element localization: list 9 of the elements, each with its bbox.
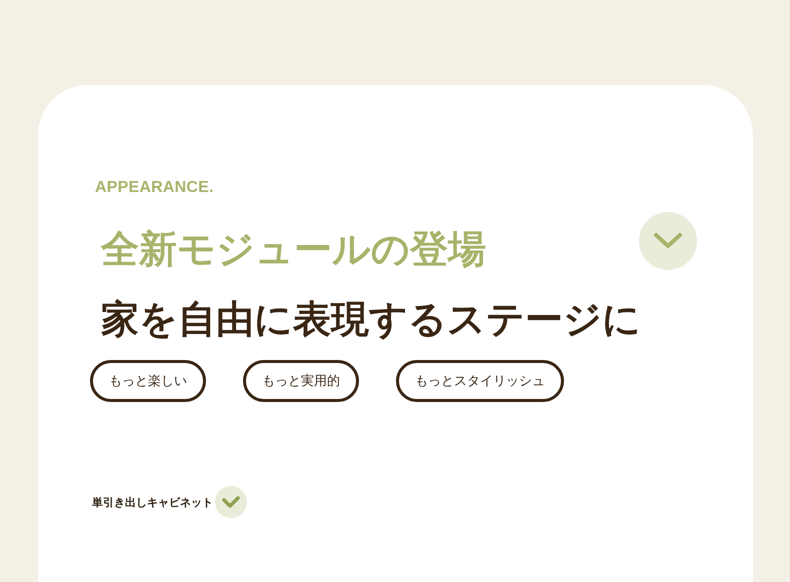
feature-tag[interactable]: もっと実用的 (243, 360, 359, 402)
check-icon (215, 486, 247, 518)
section-title: 全新モジュールの登場 (101, 226, 486, 273)
section-eyebrow: APPEARANCE. (95, 179, 215, 197)
section-subtitle: 家を自由に表現するステージに (101, 296, 642, 343)
product-name: 単引き出しキャビネット (92, 494, 213, 510)
chevron-down-icon (653, 232, 683, 250)
feature-tag[interactable]: もっとスタイリッシュ (396, 360, 564, 402)
feature-tag[interactable]: もっと楽しい (90, 360, 206, 402)
